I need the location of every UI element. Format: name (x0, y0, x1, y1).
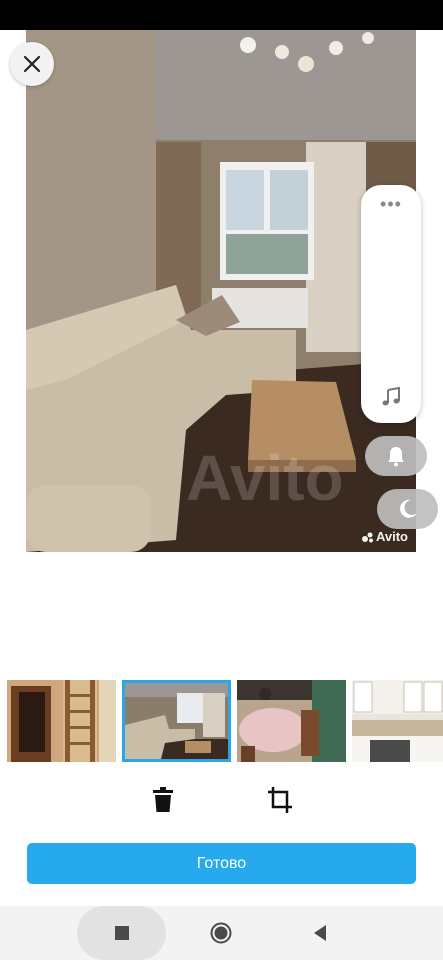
more-dots-icon: ••• (380, 194, 402, 214)
recent-apps-button[interactable] (77, 906, 166, 960)
more-button[interactable]: ••• (361, 195, 421, 213)
trash-icon (153, 787, 173, 812)
back-icon (314, 925, 326, 941)
recent-apps-icon (114, 926, 129, 940)
back-button[interactable] (312, 924, 328, 942)
crop-icon (268, 787, 292, 813)
close-icon (23, 55, 41, 73)
watermark-text: Avito (375, 529, 408, 544)
thumbnail-strip (0, 680, 443, 762)
moon-button[interactable] (377, 489, 438, 529)
done-button[interactable]: Готово (27, 843, 416, 884)
delete-button[interactable] (150, 786, 176, 814)
avito-logo-icon (361, 531, 374, 543)
living-room-photo: Avito (26, 30, 416, 552)
photo-viewer-screen: Avito Avito ••• Готово (0, 0, 443, 960)
home-icon (210, 922, 232, 944)
crop-button[interactable] (267, 786, 293, 814)
thumb-living-room[interactable] (122, 680, 231, 762)
thumb-hallway[interactable] (7, 680, 116, 762)
music-note-icon (382, 386, 400, 406)
thumb-dining[interactable] (237, 680, 346, 762)
thumb-kitchen[interactable] (352, 680, 443, 762)
bell-icon (388, 447, 404, 467)
moon-icon (399, 499, 417, 518)
main-photo[interactable]: Avito Avito (26, 30, 416, 552)
floating-panel: ••• (361, 185, 421, 423)
navigation-bar (0, 906, 443, 960)
background-watermark: Avito (186, 442, 344, 514)
status-bar (0, 0, 443, 30)
avito-watermark: Avito (361, 529, 408, 544)
bell-button[interactable] (365, 436, 427, 476)
home-button[interactable] (210, 922, 232, 944)
close-button[interactable] (10, 42, 54, 86)
music-button[interactable] (379, 385, 403, 409)
